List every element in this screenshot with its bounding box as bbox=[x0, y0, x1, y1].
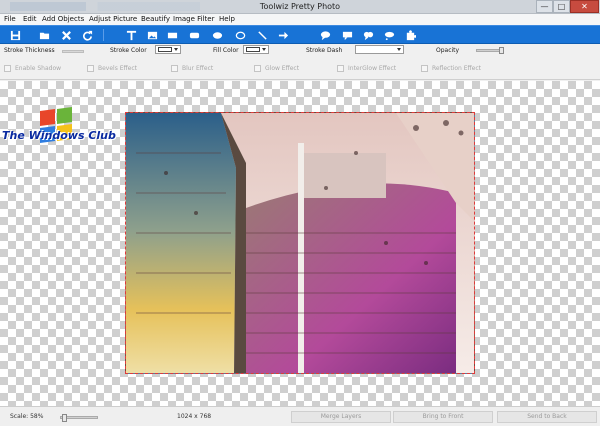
logo-text: The Windows Club bbox=[2, 129, 116, 142]
picture-icon[interactable] bbox=[145, 28, 159, 42]
menu-adjust-picture[interactable]: Adjust Picture bbox=[89, 15, 137, 23]
cloud-bubble-icon[interactable] bbox=[361, 28, 375, 42]
toolbar bbox=[0, 25, 600, 44]
bevels-effect-label: Bevels Effect bbox=[98, 65, 138, 72]
stroke-color-label: Stroke Color bbox=[110, 47, 147, 54]
image-dimensions: 1024 x 768 bbox=[177, 413, 212, 420]
title-bar: Toolwiz Pretty Photo — □ ✕ bbox=[0, 0, 600, 14]
menu-help[interactable]: Help bbox=[219, 15, 235, 23]
photo-layer[interactable] bbox=[125, 112, 475, 374]
menu-file[interactable]: File bbox=[4, 15, 16, 23]
glow-effect-label: Glow Effect bbox=[265, 65, 300, 72]
building-photo-image bbox=[126, 113, 474, 373]
maximize-button[interactable]: □ bbox=[553, 0, 570, 13]
stroke-dash-label: Stroke Dash bbox=[306, 47, 343, 54]
fill-color-picker[interactable] bbox=[243, 45, 269, 54]
stroke-thickness-label: Stroke Thickness bbox=[4, 47, 55, 54]
bevels-effect-checkbox[interactable] bbox=[87, 65, 94, 72]
reflection-effect-checkbox[interactable] bbox=[421, 65, 428, 72]
send-to-back-button[interactable]: Send to Back bbox=[497, 411, 597, 423]
glow-effect-checkbox[interactable] bbox=[254, 65, 261, 72]
thought-bubble-icon[interactable] bbox=[382, 28, 396, 42]
rectangle-icon[interactable] bbox=[165, 28, 179, 42]
delete-icon[interactable] bbox=[59, 28, 73, 42]
stroke-thickness-slider[interactable] bbox=[62, 50, 84, 53]
fill-color-label: Fill Color bbox=[213, 47, 239, 54]
interglow-effect-label: InterGlow Effect bbox=[348, 65, 397, 72]
minimize-button[interactable]: — bbox=[536, 0, 553, 13]
rounded-rectangle-icon[interactable] bbox=[187, 28, 201, 42]
stroke-color-picker[interactable] bbox=[155, 45, 181, 54]
zoom-scale-label: Scale: 58% bbox=[10, 413, 44, 420]
opacity-slider[interactable] bbox=[476, 47, 504, 54]
enable-shadow-label: Enable Shadow bbox=[15, 65, 62, 72]
menu-edit[interactable]: Edit bbox=[23, 15, 37, 23]
speech-bubble-icon[interactable] bbox=[318, 28, 332, 42]
blur-effect-checkbox[interactable] bbox=[171, 65, 178, 72]
arrow-icon[interactable] bbox=[276, 28, 290, 42]
reflection-effect-label: Reflection Effect bbox=[432, 65, 482, 72]
blur-effect-label: Blur Effect bbox=[182, 65, 214, 72]
zoom-slider[interactable] bbox=[60, 414, 98, 422]
rect-bubble-icon[interactable] bbox=[340, 28, 354, 42]
status-bar: Scale: 58% 1024 x 768 Merge Layers Bring… bbox=[0, 406, 600, 426]
line-icon[interactable] bbox=[255, 28, 269, 42]
menu-beautify[interactable]: Beautify bbox=[141, 15, 170, 23]
canvas-area[interactable]: The Windows Club bbox=[0, 81, 600, 406]
menu-bar: File Edit Add Objects Adjust Picture Bea… bbox=[0, 14, 600, 25]
opacity-label: Opacity bbox=[436, 47, 460, 54]
windows-club-logo[interactable]: The Windows Club bbox=[2, 106, 132, 160]
open-folder-icon[interactable] bbox=[37, 28, 51, 42]
window-title: Toolwiz Pretty Photo bbox=[259, 2, 341, 11]
toolbar-divider bbox=[103, 29, 104, 41]
menu-add-objects[interactable]: Add Objects bbox=[42, 15, 84, 23]
stroke-dash-select[interactable] bbox=[355, 45, 404, 54]
merge-layers-button[interactable]: Merge Layers bbox=[291, 411, 391, 423]
properties-panel: Stroke Thickness Stroke Color Fill Color… bbox=[0, 44, 600, 80]
interglow-effect-checkbox[interactable] bbox=[337, 65, 344, 72]
puzzle-icon[interactable] bbox=[403, 28, 417, 42]
save-icon[interactable] bbox=[8, 28, 22, 42]
close-button[interactable]: ✕ bbox=[570, 0, 599, 13]
text-icon[interactable] bbox=[124, 28, 138, 42]
bring-to-front-button[interactable]: Bring to Front bbox=[393, 411, 493, 423]
ellipse-icon[interactable] bbox=[210, 28, 224, 42]
enable-shadow-checkbox[interactable] bbox=[4, 65, 11, 72]
ellipse-outline-icon[interactable] bbox=[233, 28, 247, 42]
redo-icon[interactable] bbox=[80, 28, 94, 42]
menu-image-filter[interactable]: Image Filter bbox=[173, 15, 214, 23]
